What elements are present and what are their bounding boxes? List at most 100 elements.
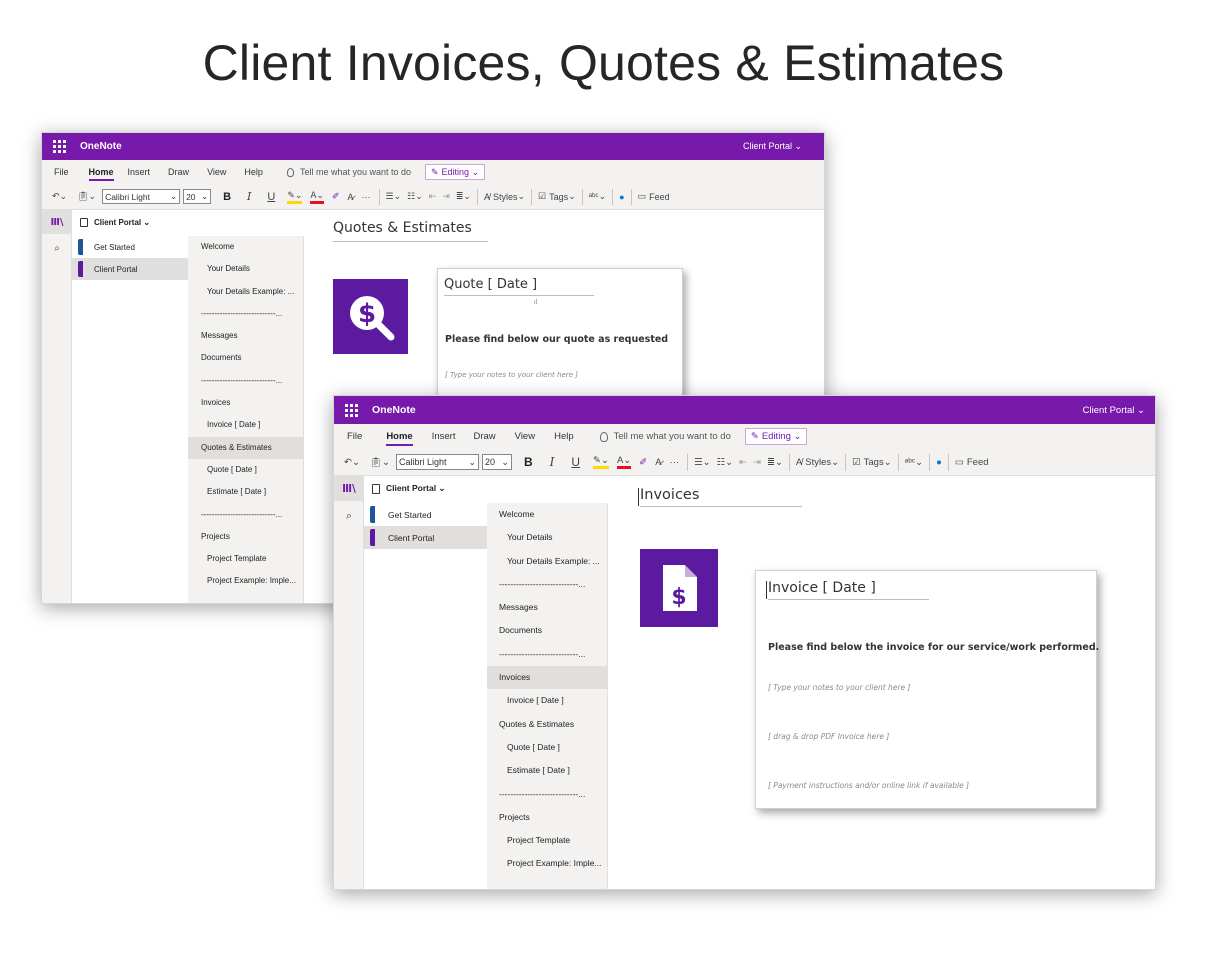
card-title[interactable]: Invoice [ Date ] bbox=[768, 580, 929, 600]
page-divider[interactable]: ----------------------------... bbox=[487, 573, 607, 596]
more-options-icon[interactable]: ··· bbox=[362, 192, 371, 202]
section-client-portal[interactable]: Client Portal bbox=[72, 258, 188, 280]
italic-icon[interactable]: I bbox=[247, 190, 251, 203]
notebook-picker[interactable]: Client Portal ⌄ bbox=[372, 479, 446, 498]
font-name-dropdown[interactable]: Calibri Light ⌄ bbox=[102, 189, 181, 204]
tell-me-search[interactable]: Tell me what you want to do bbox=[286, 167, 411, 177]
page-title[interactable]: Quotes & Estimates bbox=[333, 220, 488, 242]
menu-insert[interactable]: Insert bbox=[432, 431, 456, 442]
page-documents[interactable]: Documents bbox=[188, 347, 303, 369]
page-project-template[interactable]: Project Template bbox=[188, 548, 303, 570]
notebooks-icon[interactable]: Ⅲ\ bbox=[42, 210, 72, 234]
feed-button[interactable]: Feed bbox=[649, 192, 670, 202]
page-invoices[interactable]: Invoices bbox=[188, 392, 303, 414]
page-quotes-estimates[interactable]: Quotes & Estimates bbox=[487, 713, 607, 736]
page-projects[interactable]: Projects bbox=[188, 526, 303, 548]
dictate-microphone-icon[interactable]: ● bbox=[936, 457, 942, 468]
page-your-details-example[interactable]: Your Details Example: ... bbox=[188, 281, 303, 303]
page-quote-date[interactable]: Quote [ Date ] bbox=[487, 736, 607, 759]
dictate-microphone-icon[interactable]: ● bbox=[619, 192, 624, 202]
more-options-icon[interactable]: ··· bbox=[670, 457, 680, 468]
page-project-example[interactable]: Project Example: Imple... bbox=[487, 852, 607, 875]
section-get-started[interactable]: Get Started bbox=[72, 236, 188, 258]
app-launcher-icon[interactable] bbox=[53, 140, 66, 153]
menu-file[interactable]: File bbox=[347, 431, 362, 442]
card-pdf-dropzone[interactable]: [ drag & drop PDF Invoice here ] bbox=[768, 732, 889, 741]
invoice-note-card[interactable]: Invoice [ Date ] Please find below the i… bbox=[755, 570, 1099, 809]
indent-icon[interactable]: ⇥ bbox=[442, 191, 450, 202]
editing-mode-button[interactable]: ✎ Editing ⌄ bbox=[744, 428, 808, 445]
format-painter-icon[interactable]: ✐ bbox=[639, 457, 647, 468]
styles-button[interactable]: Styles ⌄ bbox=[805, 457, 839, 468]
page-divider[interactable]: ----------------------------... bbox=[188, 303, 303, 325]
page-welcome[interactable]: Welcome bbox=[188, 236, 303, 258]
card-payment-instructions[interactable]: [ Payment instructions and/or online lin… bbox=[768, 781, 969, 790]
page-quotes-estimates[interactable]: Quotes & Estimates bbox=[188, 436, 303, 459]
card-title[interactable]: Quote [ Date ] bbox=[444, 277, 594, 296]
editing-mode-button[interactable]: ✎ Editing ⌄ bbox=[425, 164, 486, 180]
align-icon[interactable]: ≣⌄ bbox=[456, 191, 471, 202]
page-your-details[interactable]: Your Details bbox=[487, 526, 607, 549]
spelling-icon[interactable]: ᵃᵇᶜ⌄ bbox=[905, 457, 923, 468]
page-divider[interactable]: ----------------------------... bbox=[487, 783, 607, 806]
menu-view[interactable]: View bbox=[515, 431, 535, 442]
page-canvas[interactable]: Invoices $ Invoice [ Date ] Please find … bbox=[608, 476, 1155, 889]
menu-draw[interactable]: Draw bbox=[168, 167, 189, 177]
italic-icon[interactable]: I bbox=[550, 455, 555, 469]
menu-help[interactable]: Help bbox=[554, 431, 574, 442]
card-notes-placeholder[interactable]: [ Type your notes to your client here ] bbox=[768, 683, 910, 692]
clear-format-icon[interactable]: A̷ bbox=[348, 192, 354, 202]
feed-button[interactable]: Feed bbox=[967, 457, 989, 468]
page-invoices[interactable]: Invoices bbox=[487, 666, 607, 690]
page-documents[interactable]: Documents bbox=[487, 619, 607, 642]
highlight-icon[interactable]: ✎⌄ bbox=[593, 455, 609, 469]
page-project-template[interactable]: Project Template bbox=[487, 829, 607, 852]
portal-menu[interactable]: Client Portal ⌄ bbox=[743, 141, 802, 152]
page-estimate-date[interactable]: Estimate [ Date ] bbox=[188, 481, 303, 503]
page-your-details[interactable]: Your Details bbox=[188, 258, 303, 280]
format-painter-icon[interactable]: ✐ bbox=[332, 191, 340, 202]
bold-icon[interactable]: B bbox=[524, 455, 533, 469]
menu-view[interactable]: View bbox=[207, 167, 226, 177]
page-divider[interactable]: ----------------------------... bbox=[188, 504, 303, 526]
search-icon[interactable]: ⌕ bbox=[334, 506, 364, 526]
page-invoice-date[interactable]: Invoice [ Date ] bbox=[188, 414, 303, 436]
styles-icon[interactable]: A̸ bbox=[796, 457, 802, 468]
align-icon[interactable]: ≣⌄ bbox=[767, 457, 783, 468]
page-divider[interactable]: ----------------------------... bbox=[487, 643, 607, 666]
menu-home[interactable]: Home bbox=[386, 431, 414, 446]
outdent-icon[interactable]: ⇤ bbox=[739, 457, 747, 468]
search-icon[interactable]: ⌕ bbox=[42, 238, 72, 258]
spelling-icon[interactable]: ᵃᵇᶜ⌄ bbox=[589, 191, 606, 202]
page-quote-date[interactable]: Quote [ Date ] bbox=[188, 459, 303, 481]
card-bold-text[interactable]: Please find below the invoice for our se… bbox=[768, 642, 1099, 653]
menu-draw[interactable]: Draw bbox=[473, 431, 495, 442]
card-notes-placeholder[interactable]: [ Type your notes to your client here ] bbox=[445, 371, 578, 379]
app-launcher-icon[interactable] bbox=[345, 403, 358, 417]
font-size-dropdown[interactable]: 20 ⌄ bbox=[183, 189, 212, 204]
menu-insert[interactable]: Insert bbox=[128, 167, 151, 177]
styles-button[interactable]: Styles ⌄ bbox=[493, 191, 525, 202]
clipboard-icon[interactable]: 📋︎⌄ bbox=[370, 457, 390, 468]
card-bold-text[interactable]: Please find below our quote as requested bbox=[445, 334, 668, 345]
notebooks-icon[interactable]: Ⅲ\ bbox=[334, 476, 364, 501]
bold-icon[interactable]: B bbox=[223, 191, 231, 203]
menu-file[interactable]: File bbox=[54, 167, 69, 177]
tag-icon[interactable]: ☑ bbox=[538, 191, 546, 202]
undo-icon[interactable]: ↶⌄ bbox=[344, 457, 360, 468]
font-color-icon[interactable]: A⌄ bbox=[310, 190, 324, 204]
menu-home[interactable]: Home bbox=[88, 167, 114, 181]
font-color-icon[interactable]: A⌄ bbox=[616, 455, 632, 469]
menu-help[interactable]: Help bbox=[244, 167, 263, 177]
font-size-dropdown[interactable]: 20 ⌄ bbox=[481, 454, 512, 470]
underline-icon[interactable]: U bbox=[267, 191, 275, 203]
bullets-icon[interactable]: ☰⌄ bbox=[386, 191, 402, 202]
clipboard-icon[interactable]: 📋︎⌄ bbox=[77, 191, 96, 202]
section-get-started[interactable]: Get Started bbox=[364, 503, 487, 526]
tag-icon[interactable]: ☑ bbox=[852, 457, 861, 468]
numbering-icon[interactable]: ☷⌄ bbox=[717, 457, 733, 468]
tags-button[interactable]: Tags ⌄ bbox=[864, 457, 892, 468]
page-estimate-date[interactable]: Estimate [ Date ] bbox=[487, 759, 607, 782]
page-project-example[interactable]: Project Example: Imple... bbox=[188, 570, 303, 592]
page-messages[interactable]: Messages bbox=[188, 325, 303, 347]
